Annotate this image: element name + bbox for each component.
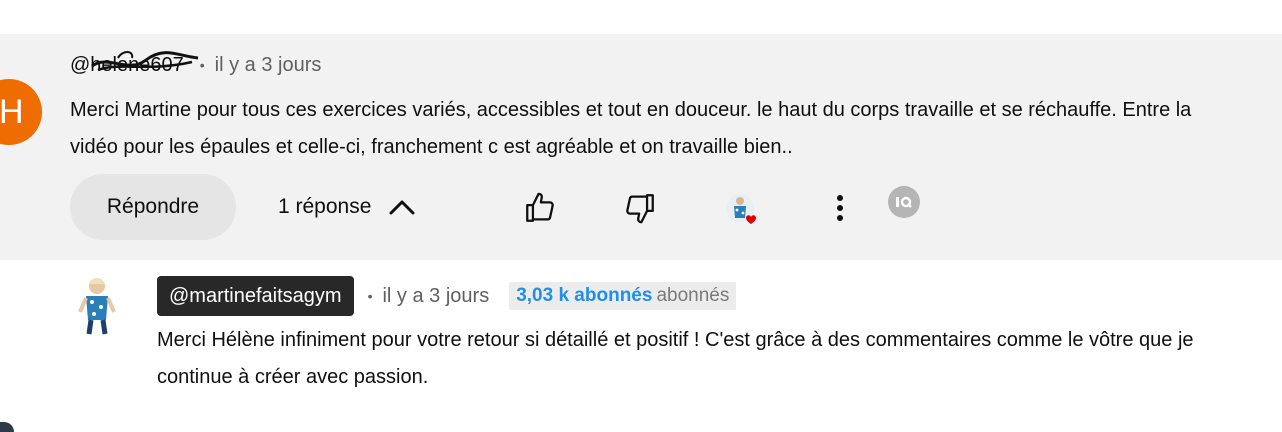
comments-page: H @helene607 • il y a 3 jours Merci Mart… <box>0 0 1282 432</box>
comment-header: @helene607 • il y a 3 jours <box>70 50 322 78</box>
avatar[interactable] <box>72 274 122 340</box>
replies-count-label: 1 réponse <box>278 195 372 218</box>
channel-owner-chip[interactable]: @martinefaitsagym <box>157 276 354 316</box>
chevron-up-icon <box>389 200 415 215</box>
replies-toggle[interactable]: 1 réponse <box>278 174 415 240</box>
separator-dot: • <box>199 57 205 73</box>
comment-thread: H @helene607 • il y a 3 jours Merci Mart… <box>0 34 1282 260</box>
comment-author-text: @helene607 <box>70 53 184 76</box>
like-button[interactable] <box>522 190 558 226</box>
separator-dot: • <box>367 288 373 304</box>
extension-logo-icon <box>896 196 912 208</box>
comment-author[interactable]: @helene607 <box>70 50 199 77</box>
dislike-button[interactable] <box>622 190 658 226</box>
reply-comment: @martinefaitsagym • il y a 3 jours 3,03 … <box>0 260 1282 432</box>
thumb-down-icon <box>626 194 654 224</box>
creator-heart-icon <box>726 194 756 224</box>
reply-button[interactable]: Répondre <box>70 174 236 240</box>
subscriber-count-badge: 3,03 k abonnés abonnés <box>509 282 737 310</box>
reply-header: @martinefaitsagym • il y a 3 jours 3,03 … <box>157 276 737 316</box>
avatar-letter: H <box>0 93 24 131</box>
extension-icon[interactable] <box>888 186 920 218</box>
comment-actions: Répondre 1 réponse <box>70 174 970 240</box>
subscriber-suffix: abonnés <box>656 285 730 306</box>
subscriber-count: 3,03 k abonnés <box>516 285 653 306</box>
more-options-button[interactable] <box>822 190 858 226</box>
creator-avatar-icon <box>78 278 116 335</box>
comment-timestamp[interactable]: il y a 3 jours <box>215 54 322 77</box>
window-corner <box>0 422 14 432</box>
more-vert-icon <box>837 195 843 221</box>
reply-timestamp[interactable]: il y a 3 jours <box>382 285 489 308</box>
comment-text: Merci Martine pour tous ces exercices va… <box>70 99 1192 158</box>
creator-heart-badge[interactable] <box>724 192 764 232</box>
thumb-up-icon <box>526 192 554 222</box>
avatar[interactable]: H <box>0 79 42 145</box>
reply-text: Merci Hélène infiniment pour votre retou… <box>157 329 1194 388</box>
